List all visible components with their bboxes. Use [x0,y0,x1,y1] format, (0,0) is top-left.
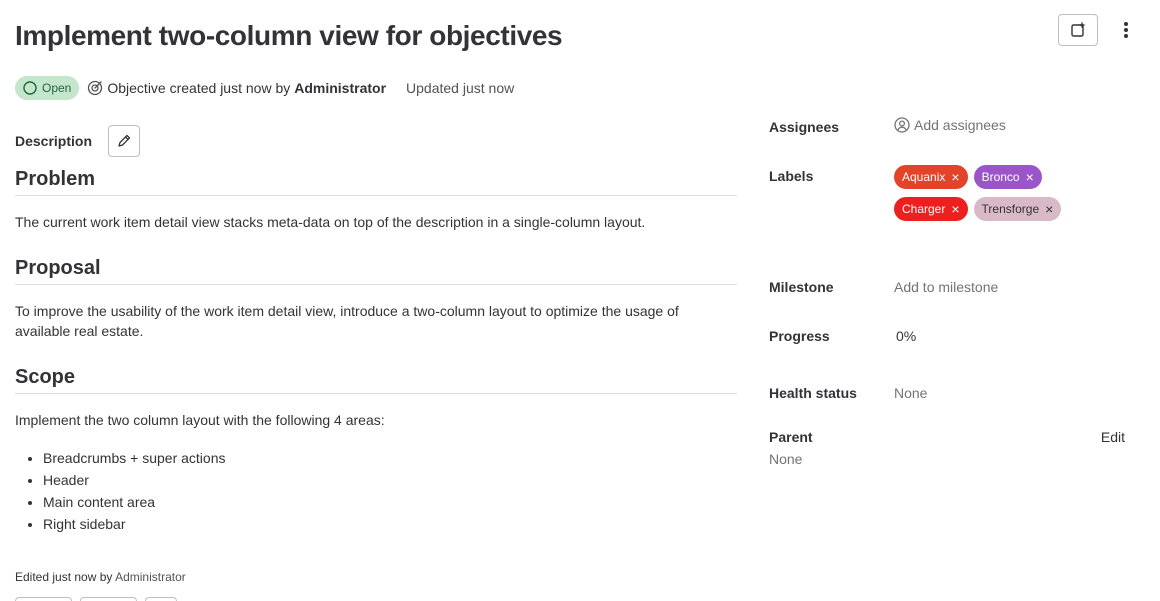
edited-prefix: Edited just now by [15,570,113,584]
description-header: Description [15,125,737,157]
close-icon[interactable]: × [1045,202,1053,216]
label-chip[interactable]: Bronco × [973,165,1042,189]
list-item: Breadcrumbs + super actions [43,447,737,469]
close-icon[interactable]: × [1026,170,1034,184]
proposal-heading: Proposal [15,257,737,285]
created-text: Objective created just now by [107,80,291,96]
action-button-stub[interactable] [80,597,137,601]
label-chip[interactable]: Charger × [894,197,968,221]
edited-by-link[interactable]: Administrator [115,570,186,584]
close-icon[interactable]: × [951,170,959,184]
health-status-select[interactable]: None [894,385,927,401]
edit-parent-button[interactable]: Edit [1101,429,1125,445]
problem-text: The current work item detail view stacks… [15,214,646,230]
parent-row: Parent Edit None [769,429,1125,467]
parent-label: Parent [769,429,813,445]
label-name: Aquanix [902,170,946,184]
parent-value: None [769,451,803,467]
problem-heading: Problem [15,168,737,196]
progress-value: 0 [896,328,904,344]
work-item-objective-icon [88,80,103,96]
list-item: Right sidebar [43,513,737,535]
assignees-label: Assignees [769,119,840,135]
status-label: Open [42,81,72,95]
action-button-stub[interactable] [15,597,72,601]
label-name: Trensforge [981,202,1040,216]
health-status-label: Health status [769,385,857,401]
progress-label: Progress [769,328,830,344]
add-assignees-label: Add assignees [914,117,1006,133]
pencil-icon [118,134,131,147]
progress-row: Progress 0% [769,328,916,344]
progress-input[interactable]: 0% [894,328,916,344]
updated-text: Updated just now [406,80,515,96]
created-info: Objective created just now by [87,80,290,96]
ellipsis-vertical-icon [1124,22,1128,38]
page-title: Implement two-column view for objectives [15,20,563,51]
add-milestone-button[interactable]: Add to milestone [894,279,998,295]
milestone-label: Milestone [769,279,834,295]
list-item: Header [43,469,737,491]
label-chip[interactable]: Aquanix × [894,165,968,189]
todo-add-icon [1071,22,1085,37]
label-name: Charger [902,202,946,216]
labels-label: Labels [769,168,814,184]
description-actions [15,597,177,601]
scope-heading: Scope [15,366,737,394]
labels-list: Aquanix × Bronco × Charger × Trensforge × [894,165,1094,221]
work-item-meta: Open Objective created just now by Admin… [15,76,514,100]
scope-list: Breadcrumbs + super actions Header Main … [15,447,737,535]
more-actions-button[interactable] [1116,14,1136,46]
scope-text: Implement the two column layout with the… [15,412,385,428]
author-link[interactable]: Administrator [294,80,386,96]
proposal-text: To improve the usability of the work ite… [15,303,679,339]
action-button-stub[interactable] [145,597,177,601]
user-icon [894,117,910,133]
assignees-row: Assignees Add assignees [769,117,1006,135]
label-chip[interactable]: Trensforge × [973,197,1062,221]
edited-info: Edited just now by Administrator [15,570,186,584]
list-item: Main content area [43,491,737,513]
description-label: Description [15,133,93,149]
labels-row: Labels Aquanix × Bronco × Charger × Trensforge… [769,165,1094,221]
milestone-row: Milestone Add to milestone [769,279,998,295]
status-badge: Open [15,76,80,100]
add-assignees-button[interactable]: Add assignees [894,117,1006,133]
close-icon[interactable]: × [951,202,959,216]
add-todo-button[interactable] [1058,14,1098,46]
health-status-row: Health status None [769,385,927,401]
progress-unit: % [903,328,917,344]
status-open-icon [23,81,37,95]
description-area: Description Problem The current work ite… [15,125,737,535]
edit-description-button[interactable] [108,125,141,157]
header-actions [1058,14,1136,46]
label-name: Bronco [981,170,1020,184]
